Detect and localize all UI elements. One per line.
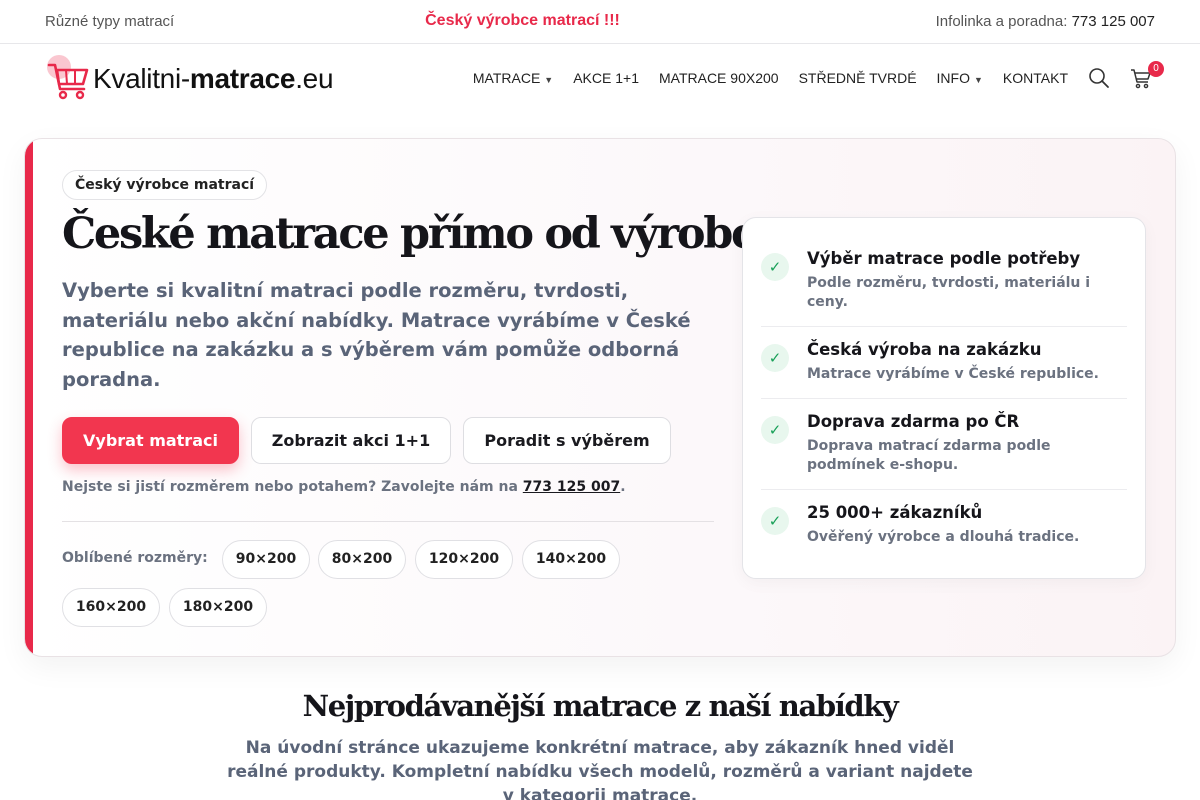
feature-title: Výběr matrace podle potřeby: [807, 249, 1081, 268]
call-note-end: .: [620, 479, 626, 495]
call-note-phone-link[interactable]: 773 125 007: [523, 479, 620, 495]
chevron-down-icon: ▼: [544, 75, 554, 85]
hero-call-note: Nejste si jistí rozměrem nebo potahem? Z…: [62, 479, 626, 495]
popular-sizes-label: Oblíbené rozměry:: [62, 550, 208, 566]
show-promo-button[interactable]: Zobrazit akci 1+1: [251, 417, 451, 464]
search-icon[interactable]: [1088, 67, 1110, 89]
size-chip-80x200[interactable]: 80×200: [318, 540, 406, 579]
feature-desc: Doprava matrací zdarma podle podmínek e-…: [807, 438, 1051, 473]
cart-icon[interactable]: 0: [1130, 61, 1164, 89]
logo-prefix: Kvalitni-: [93, 63, 190, 94]
bestsellers-title: Nejprodávanější matrace z naší nabídky: [302, 689, 899, 723]
feature-divider: [761, 326, 1127, 327]
nav-item-label: INFO: [936, 70, 970, 86]
nav-item-label: MATRACE: [472, 70, 541, 86]
site-header: Kvalitni-matrace.eu MATRACE ▼ AKCE 1+1 MA…: [0, 45, 1200, 115]
feature-title: Česká výroba na zakázku: [807, 340, 1042, 359]
top-bar-promo-text: Český výrobce matrací !!!: [425, 12, 620, 29]
bestsellers-intro-text: Na úvodní stránce ukazujeme konkrétní ma…: [227, 738, 973, 800]
hero-title: České matrace přímo od výrobce: [62, 209, 782, 259]
site-logo[interactable]: Kvalitni-matrace.eu: [46, 53, 334, 101]
cart-count-badge: 0: [1148, 61, 1164, 77]
hero-section: Český výrobce matrací České matrace přím…: [24, 138, 1176, 657]
chevron-down-icon: ▼: [974, 75, 983, 85]
hotline-label: Infolinka a poradna:: [935, 13, 1072, 30]
nav-item-kontakt[interactable]: KONTAKT: [1003, 70, 1068, 86]
check-icon: ✓: [761, 416, 789, 444]
nav-item-info[interactable]: INFO ▼: [937, 70, 983, 86]
hero-lead-text: Vyberte si kvalitní matraci podle rozměr…: [62, 279, 691, 391]
hotline-phone[interactable]: 773 125 007: [1072, 13, 1155, 30]
feature-desc: Matrace vyrábíme v České republice.: [807, 366, 1099, 382]
size-chip-120x200[interactable]: 120×200: [415, 540, 513, 579]
get-advice-button[interactable]: Poradit s výběrem: [463, 417, 671, 464]
feature-divider: [761, 489, 1127, 490]
top-bar: Různé typy matrací Český výrobce matrací…: [0, 0, 1200, 44]
nav-item-matrace[interactable]: MATRACE ▼: [473, 70, 553, 86]
size-chip-160x200[interactable]: 160×200: [62, 588, 160, 627]
hero-badge: Český výrobce matrací: [62, 170, 268, 200]
feature-desc: Ověřený výrobce a dlouhá tradice.: [807, 529, 1080, 545]
feature-title: Doprava zdarma po ČR: [807, 412, 1020, 431]
choose-mattress-button[interactable]: Vybrat matraci: [62, 417, 239, 464]
nav-item-matrace-90x200[interactable]: MATRACE 90X200: [659, 70, 779, 86]
nav-item-akce[interactable]: AKCE 1+1: [573, 70, 639, 86]
logo-suffix: .eu: [295, 63, 334, 94]
hero-accent-stripe: [25, 139, 33, 656]
hero-divider: [62, 521, 714, 522]
features-card: ✓ Výběr matrace podle potřeby Podle rozm…: [742, 217, 1146, 579]
size-chip-180x200[interactable]: 180×200: [169, 588, 267, 627]
feature-divider: [761, 398, 1127, 399]
size-chip-140x200[interactable]: 140×200: [522, 540, 620, 579]
main-nav: MATRACE ▼ AKCE 1+1 MATRACE 90X200 STŘEDNĚ…: [453, 61, 1164, 89]
size-chip-90x200[interactable]: 90×200: [222, 540, 310, 579]
check-icon: ✓: [761, 253, 789, 281]
logo-bold: matrace: [189, 63, 296, 94]
nav-item-stredne-tvrde[interactable]: STŘEDNĚ TVRDÉ: [799, 70, 917, 86]
logo-cart-icon: [46, 53, 92, 101]
check-icon: ✓: [761, 507, 789, 535]
call-note-text: Nejste si jistí rozměrem nebo potahem? Z…: [62, 479, 523, 495]
logo-wordmark: Kvalitni-matrace.eu: [93, 63, 334, 95]
feature-desc: Podle rozměru, tvrdosti, materiálu i cen…: [807, 275, 1091, 310]
top-bar-hotline: Infolinka a poradna: 773 125 007: [936, 13, 1155, 30]
feature-title: 25 000+ zákazníků: [807, 503, 983, 522]
check-icon: ✓: [761, 344, 789, 372]
